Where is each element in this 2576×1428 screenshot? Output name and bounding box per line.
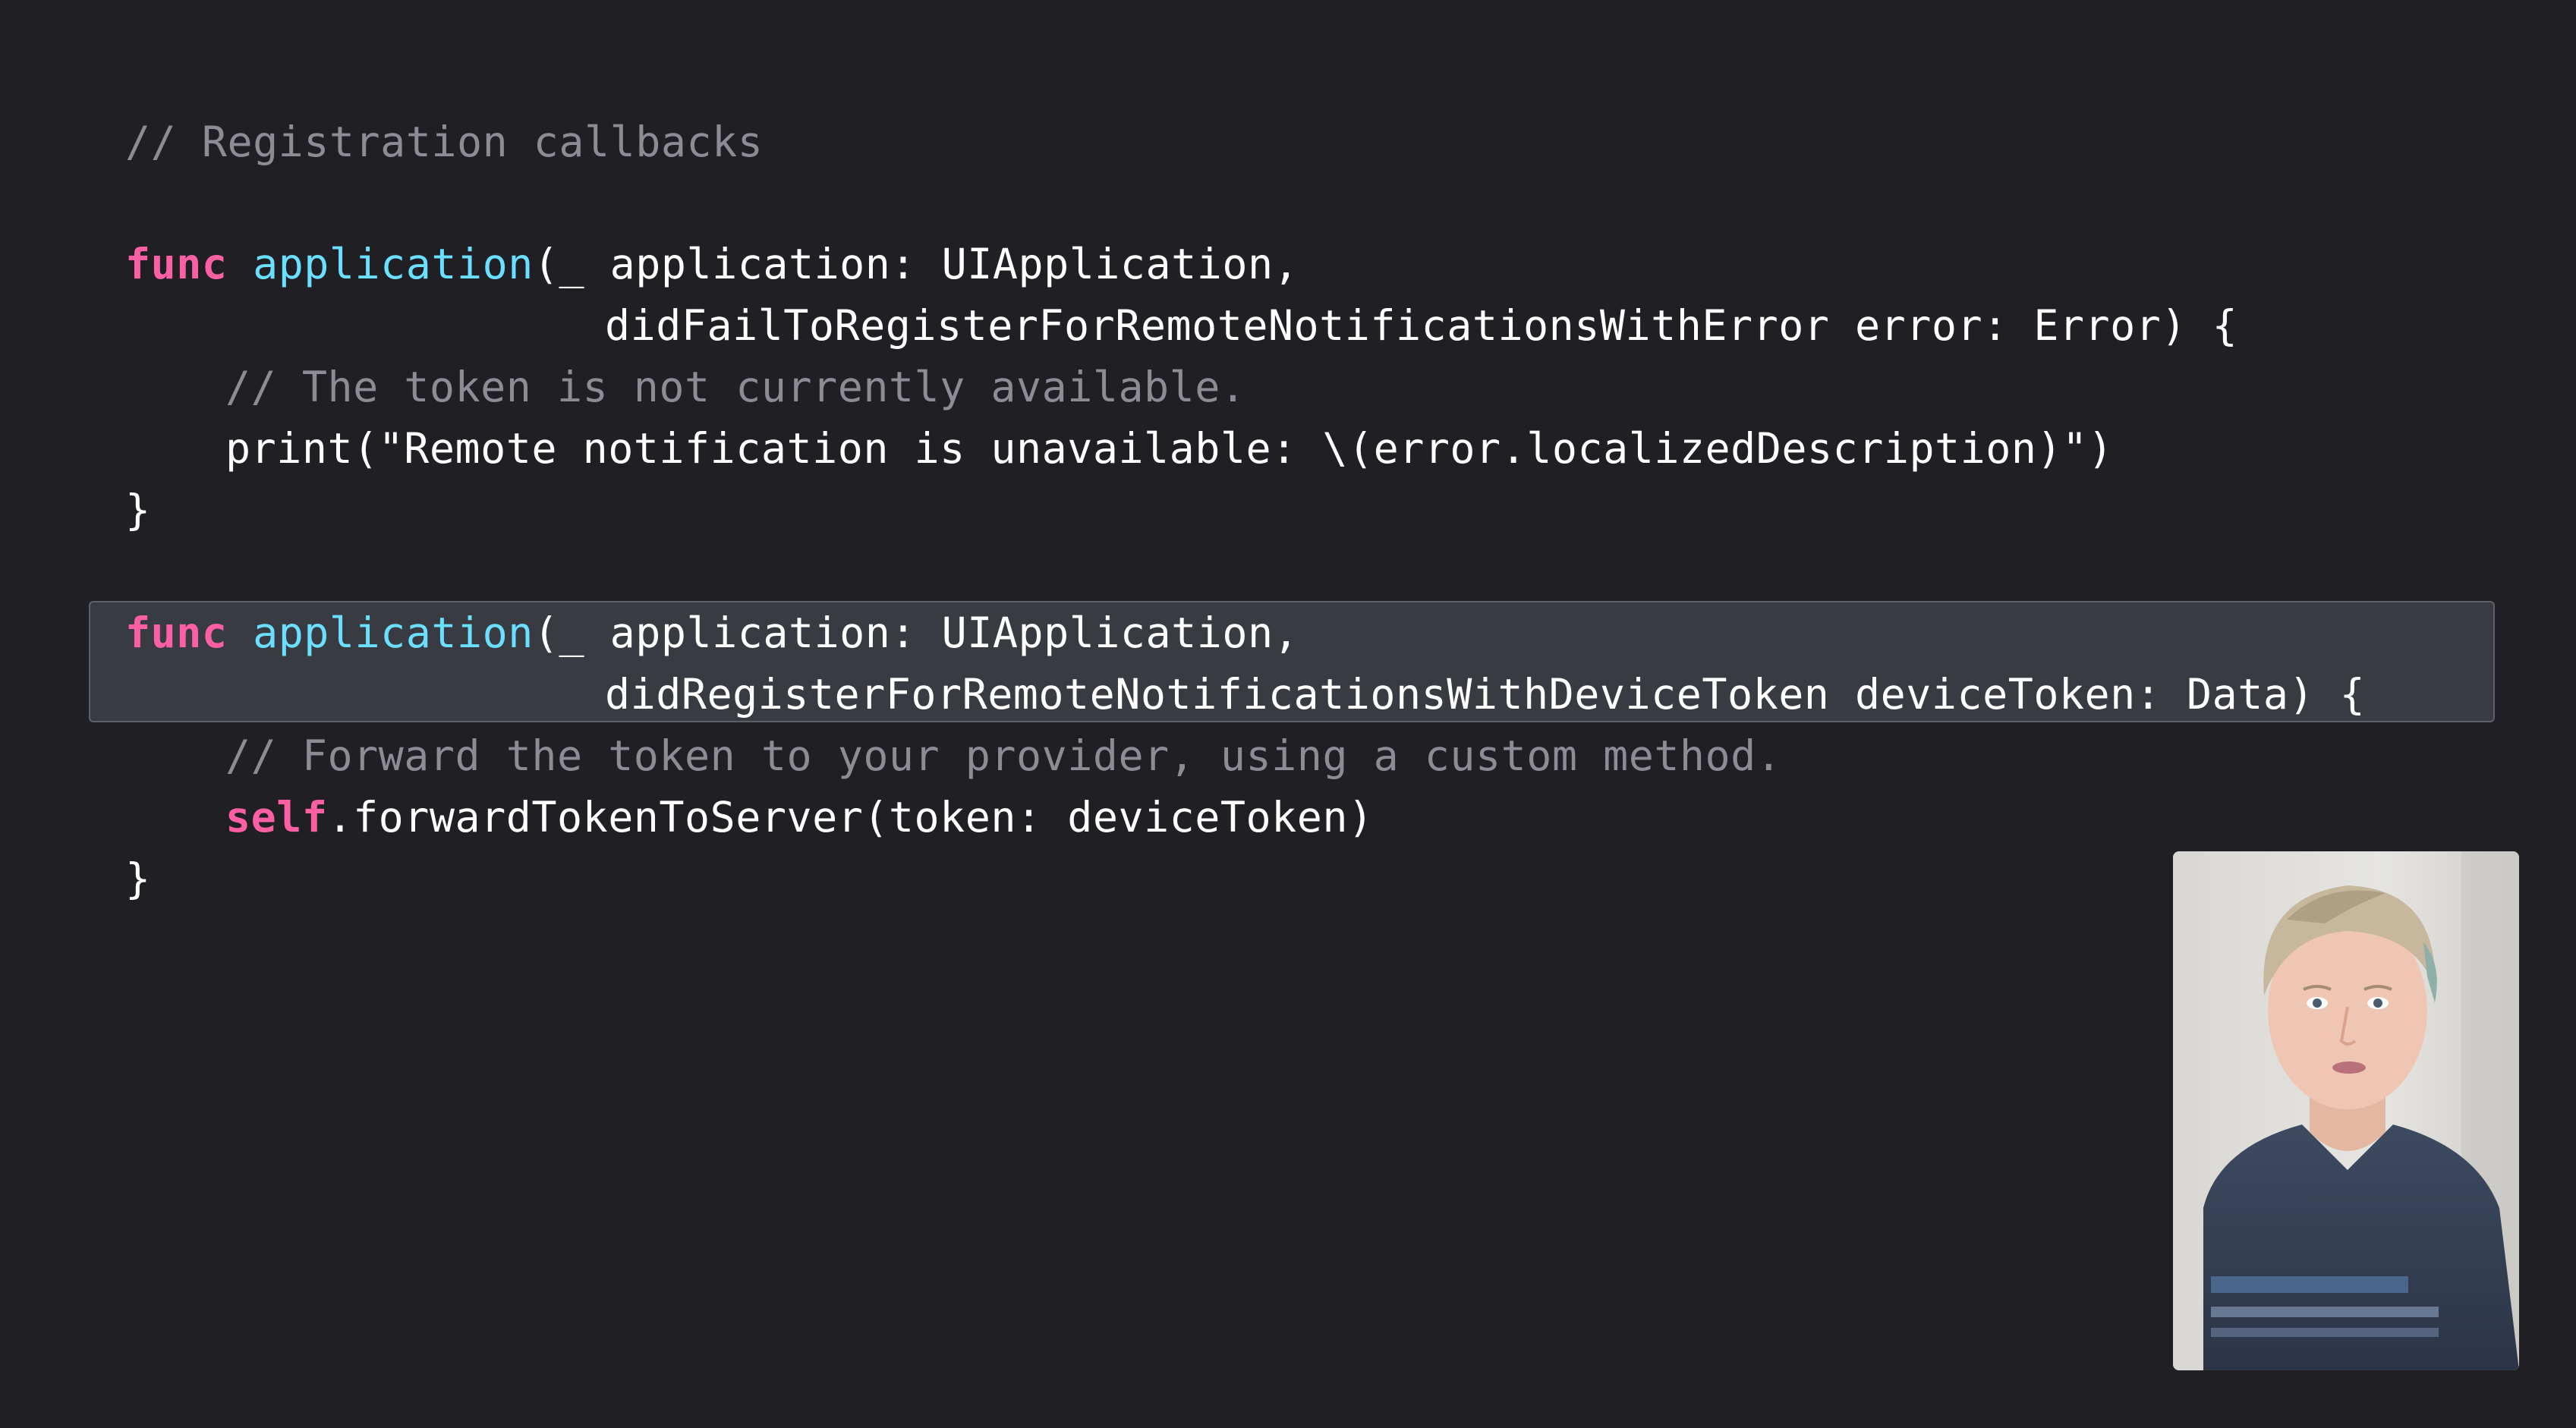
presenter-video [2173,851,2519,1370]
function-name: application [253,240,534,288]
signature-params: (_ application: UIApplication, [533,240,1299,288]
self-keyword: self [225,793,328,841]
register-func-signature-line: func application(_ application: UIApplic… [125,602,1299,663]
fail-func-print-statement: print("Remote notification is unavailabl… [225,424,2114,473]
func-keyword: func [125,240,228,288]
fail-func-signature-line: func application(_ application: UIApplic… [125,234,1299,294]
fail-func-comment: // The token is not currently available. [225,363,1246,411]
header-comment: // Registration callbacks [125,118,764,166]
fail-func-signature-continuation: didFailToRegisterForRemoteNotificationsW… [605,301,2238,350]
register-func-closing-brace: } [125,854,151,903]
register-func-forward-statement: self.forwardTokenToServer(token: deviceT… [225,787,1374,848]
code-slide: // Registration callbacks func applicati… [0,0,2576,1428]
register-func-signature-continuation: didRegisterForRemoteNotificationsWithDev… [605,670,2366,719]
forward-call: .forwardTokenToServer(token: deviceToken… [327,793,1374,841]
register-func-comment: // Forward the token to your provider, u… [225,731,1782,780]
presenter-video-icon [2173,851,2519,1370]
fail-func-closing-brace: } [125,486,151,534]
func-keyword: func [125,609,228,657]
function-name: application [253,609,534,657]
signature-params: (_ application: UIApplication, [533,609,1299,657]
